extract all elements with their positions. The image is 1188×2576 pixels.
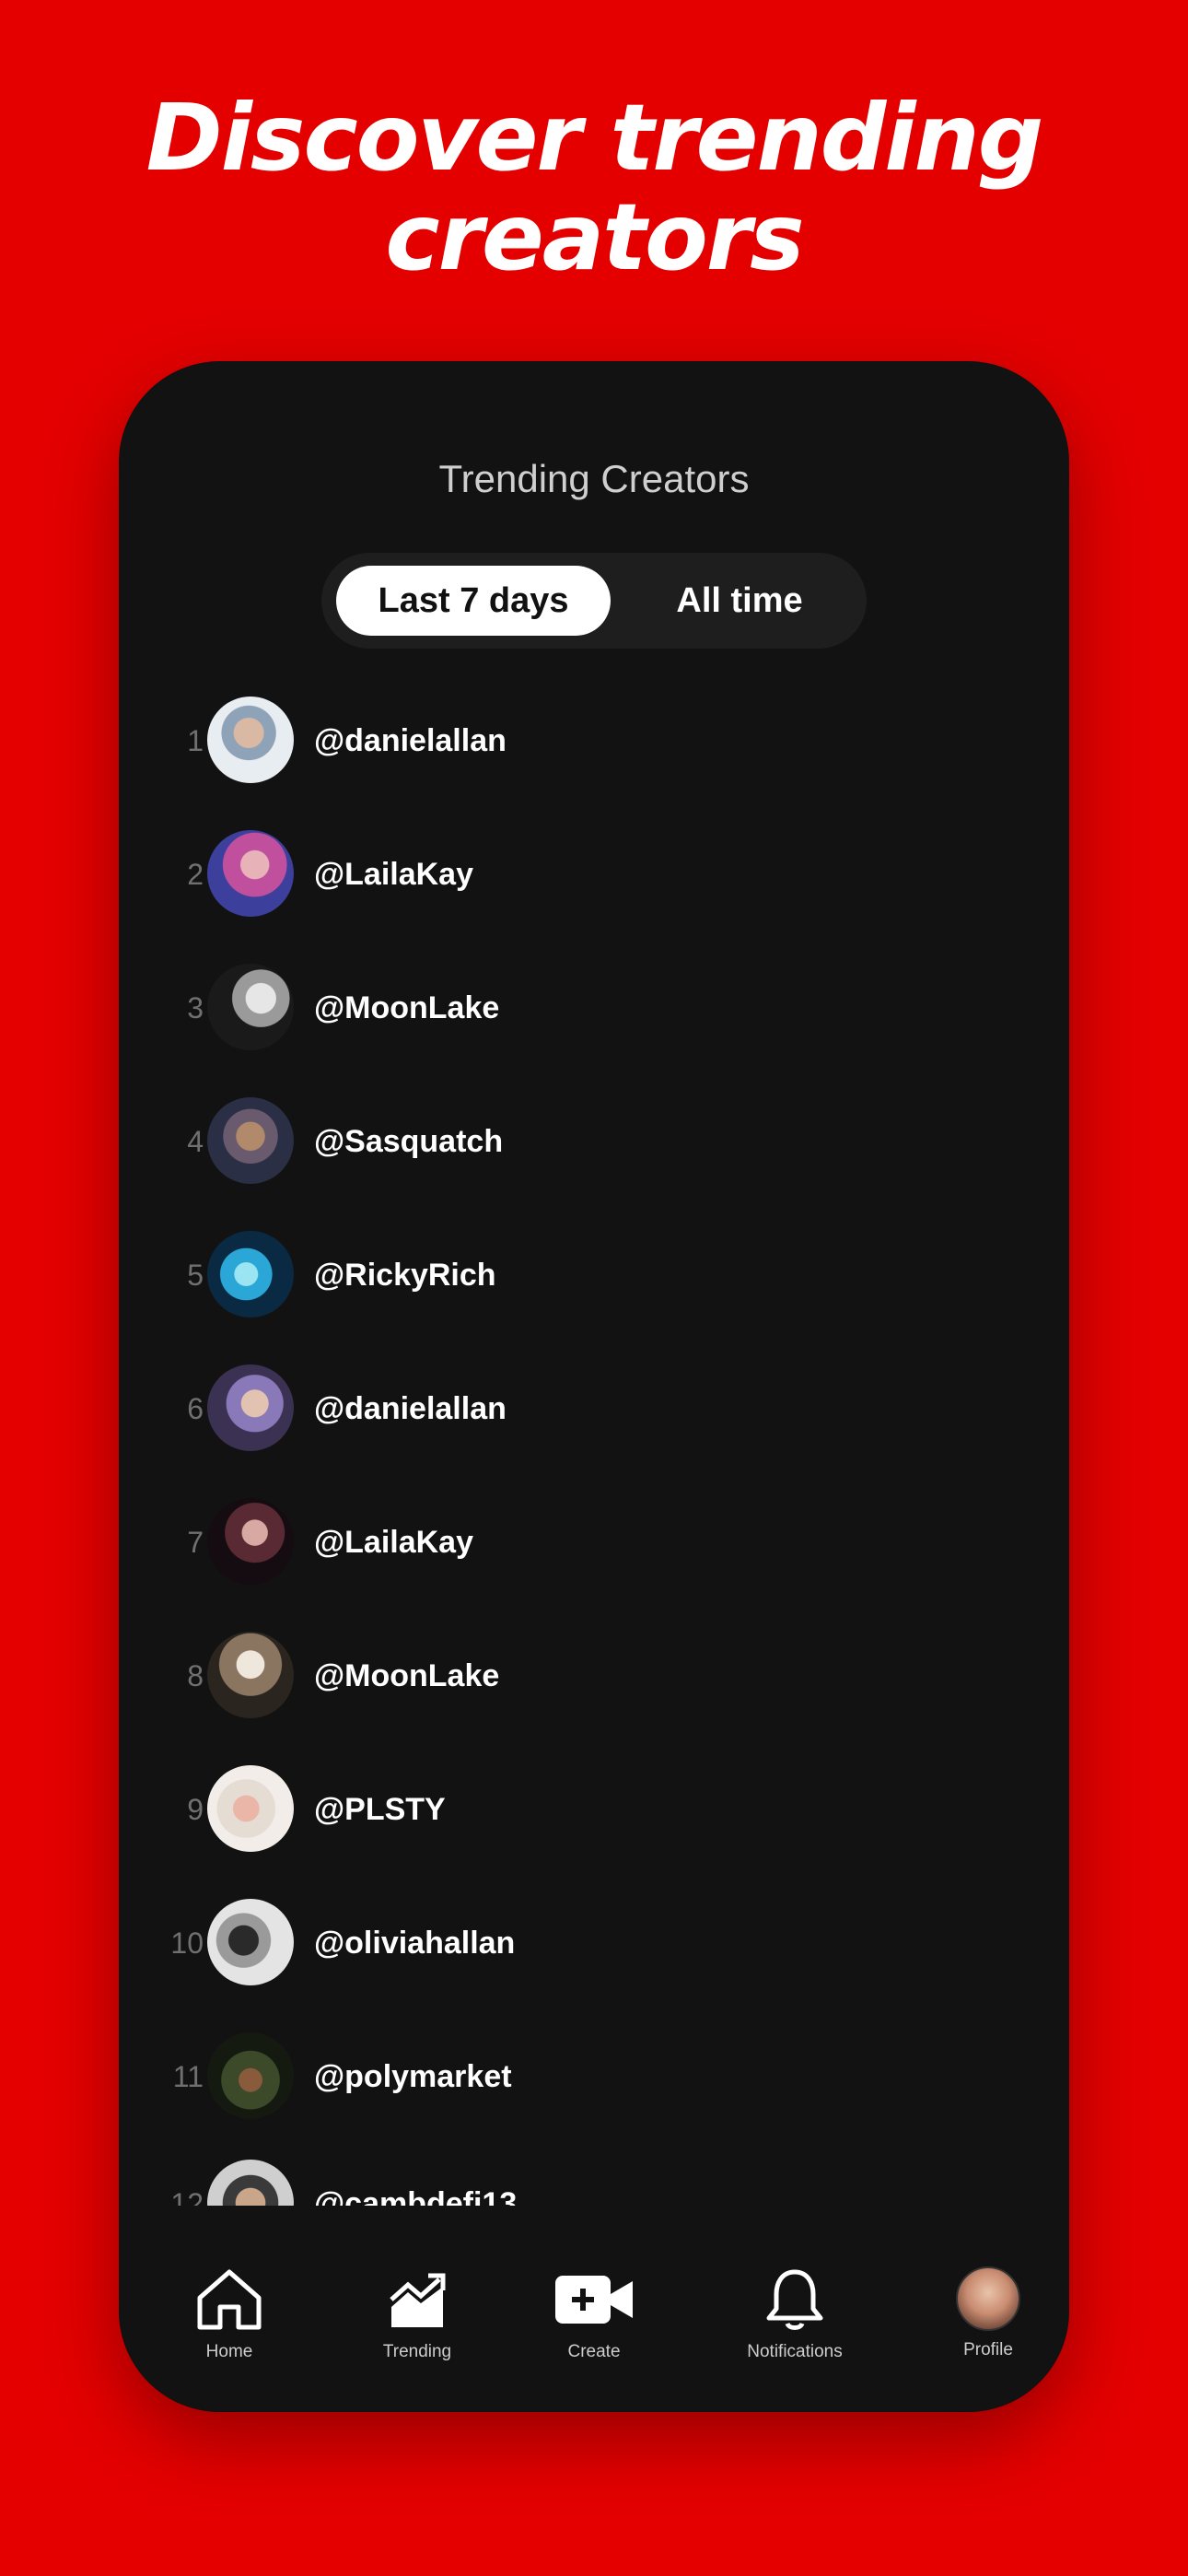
nav-profile[interactable]: Profile (901, 2266, 1069, 2360)
nav-create[interactable]: Create (507, 2266, 681, 2362)
avatar[interactable] (207, 1899, 294, 1985)
creator-handle[interactable]: @polymarket (314, 2029, 512, 2125)
creator-handle[interactable]: @PLSTY (314, 1762, 446, 1857)
avatar[interactable] (207, 830, 294, 917)
creator-rank: 6 (187, 1392, 204, 1425)
headline: Discover trending creators (146, 84, 1044, 291)
creator-rank: 4 (187, 1125, 204, 1158)
creator-row[interactable]: 3 @MoonLake (119, 960, 1069, 1056)
creator-row[interactable]: 10 @oliviahallan (119, 1895, 1069, 1991)
nav-trending[interactable]: Trending (330, 2266, 505, 2362)
nav-notifications[interactable]: Notifications (707, 2266, 882, 2362)
creator-handle[interactable]: @danielallan (314, 693, 507, 789)
tab-all-time[interactable]: All time (625, 566, 854, 636)
avatar[interactable] (207, 1097, 294, 1184)
trending-icon (390, 2273, 446, 2327)
creator-handle[interactable]: @LailaKay (314, 826, 473, 922)
creator-row[interactable]: 9 @PLSTY (119, 1762, 1069, 1857)
avatar[interactable] (207, 964, 294, 1050)
video-plus-icon (555, 2276, 633, 2324)
nav-profile-label: Profile (963, 2340, 1013, 2359)
creator-rank: 8 (187, 1659, 204, 1692)
creator-rank: 7 (187, 1526, 204, 1559)
creator-row[interactable]: 1 @danielallan (119, 693, 1069, 789)
creator-row[interactable]: 2 @LailaKay (119, 826, 1069, 922)
nav-home[interactable]: Home (142, 2266, 317, 2362)
creator-rank: 10 (170, 1926, 204, 1960)
creator-rank: 11 (172, 2060, 204, 2093)
home-icon (197, 2269, 262, 2330)
avatar[interactable] (207, 1364, 294, 1451)
avatar[interactable] (207, 2032, 294, 2119)
avatar[interactable] (207, 1632, 294, 1718)
creator-row[interactable]: 8 @MoonLake (119, 1628, 1069, 1724)
nav-trending-label: Trending (382, 2342, 452, 2361)
creator-handle[interactable]: @danielallan (314, 1361, 507, 1457)
avatar[interactable] (207, 1231, 294, 1317)
creator-row[interactable]: 4 @Sasquatch (119, 1094, 1069, 1189)
avatar[interactable] (207, 1765, 294, 1852)
tab-last-7-days[interactable]: Last 7 days (336, 566, 611, 636)
creator-row[interactable]: 5 @RickyRich (119, 1227, 1069, 1323)
creator-rank: 5 (187, 1259, 204, 1292)
creator-row[interactable]: 11 @polymarket (119, 2029, 1069, 2125)
creator-handle[interactable]: @MoonLake (314, 960, 499, 1056)
creator-row[interactable]: 7 @LailaKay (119, 1494, 1069, 1590)
creator-rank: 1 (187, 724, 204, 757)
creator-handle[interactable]: @oliviahallan (314, 1895, 515, 1991)
creator-rank: 9 (187, 1793, 204, 1826)
creator-handle[interactable]: @Sasquatch (314, 1094, 503, 1189)
bell-icon (766, 2269, 823, 2330)
creator-rank: 3 (187, 991, 204, 1025)
avatar[interactable] (207, 697, 294, 783)
screen-title: Trending Creators (438, 457, 750, 500)
nav-home-label: Home (205, 2342, 253, 2361)
period-toggle: Last 7 days All time (321, 553, 867, 649)
bottom-nav: Home Trending Create Notifications Profi… (119, 2206, 1069, 2412)
nav-notifications-label: Notifications (747, 2342, 843, 2361)
creator-row[interactable]: 6 @danielallan (119, 1361, 1069, 1457)
creator-rank: 2 (187, 858, 204, 891)
phone-frame: Trending Creators Last 7 days All time 1… (119, 361, 1069, 2412)
creator-handle[interactable]: @MoonLake (314, 1628, 499, 1724)
creator-handle[interactable]: @RickyRich (314, 1227, 496, 1323)
profile-avatar (956, 2266, 1020, 2331)
nav-create-label: Create (567, 2342, 621, 2361)
creator-handle[interactable]: @LailaKay (314, 1494, 473, 1590)
avatar[interactable] (207, 1498, 294, 1585)
creator-list: 1 @danielallan 2 @LailaKay 3 @MoonLake 4… (119, 693, 1069, 2395)
